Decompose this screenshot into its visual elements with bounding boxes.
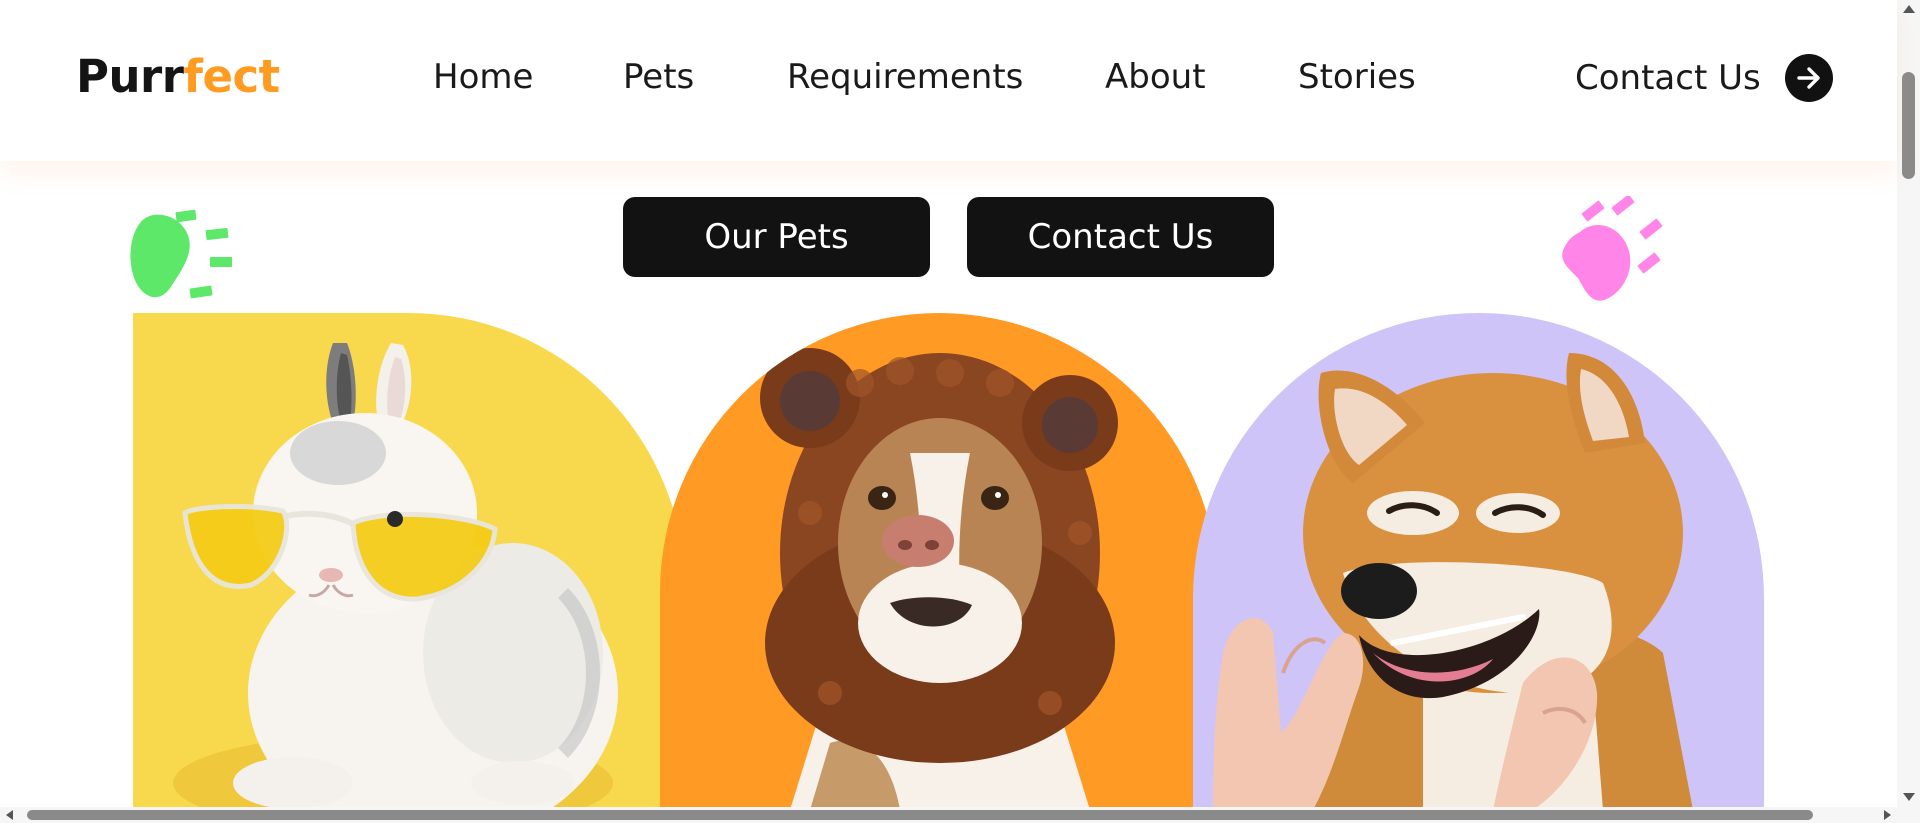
paw-icon bbox=[1556, 194, 1668, 310]
nav-requirements[interactable]: Requirements bbox=[787, 54, 1023, 100]
nav-stories[interactable]: Stories bbox=[1298, 54, 1416, 100]
horizontal-scroll-thumb[interactable] bbox=[27, 810, 1813, 820]
our-pets-button[interactable]: Our Pets bbox=[623, 197, 930, 277]
vertical-scrollbar[interactable] bbox=[1897, 0, 1920, 823]
scroll-right-icon[interactable] bbox=[1884, 810, 1891, 820]
nav-home[interactable]: Home bbox=[433, 54, 533, 100]
logo-text-orange: fect bbox=[183, 50, 280, 103]
header-contact-link[interactable]: Contact Us bbox=[1575, 50, 1833, 106]
logo-text-dark: Purr bbox=[76, 50, 184, 103]
site-header: Purrfect Home Pets Requirements About St… bbox=[0, 0, 1897, 161]
shiba-illustration bbox=[1213, 353, 1693, 810]
rabbit-illustration bbox=[173, 343, 618, 810]
pet-card-shiba bbox=[1193, 313, 1764, 810]
nav-about[interactable]: About bbox=[1105, 54, 1206, 100]
contact-us-button[interactable]: Contact Us bbox=[967, 197, 1274, 277]
nav-pets[interactable]: Pets bbox=[623, 54, 694, 100]
vertical-scroll-thumb[interactable] bbox=[1902, 72, 1915, 179]
arrow-right-icon[interactable] bbox=[1784, 54, 1833, 102]
landing-page: Purrfect Home Pets Requirements About St… bbox=[0, 0, 1920, 823]
paw-icon bbox=[128, 205, 238, 307]
logo[interactable]: Purrfect bbox=[76, 48, 280, 106]
scroll-left-icon[interactable] bbox=[6, 810, 13, 820]
header-contact-label: Contact Us bbox=[1575, 58, 1761, 98]
horizontal-scrollbar[interactable] bbox=[0, 807, 1897, 823]
dog-illustration bbox=[760, 348, 1118, 810]
pet-card-dog bbox=[660, 313, 1218, 810]
pet-card-rabbit bbox=[133, 313, 685, 810]
scroll-down-icon[interactable] bbox=[1903, 793, 1915, 801]
scroll-up-icon[interactable] bbox=[1903, 5, 1915, 13]
